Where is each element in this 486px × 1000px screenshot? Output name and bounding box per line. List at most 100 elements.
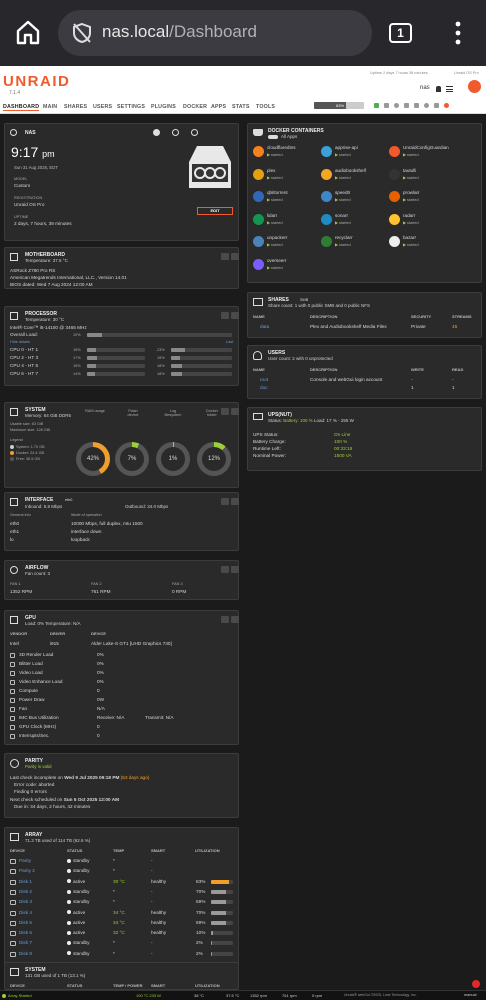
docker-container[interactable]: plex ▶ started — [253, 167, 319, 187]
terminal-icon[interactable] — [404, 103, 409, 108]
nav-shares[interactable]: SHARES — [64, 104, 87, 110]
nav-settings[interactable]: SETTINGS — [117, 104, 145, 110]
nav-stats[interactable]: STATS — [232, 104, 250, 110]
array-row[interactable]: Disk 7 standby * - 2% — [5, 940, 238, 949]
docker-container[interactable]: audiobookshelf ▶ started — [321, 167, 387, 187]
container-name[interactable]: overseerr — [267, 258, 286, 263]
user-doc-link[interactable]: doc — [260, 385, 268, 390]
container-name[interactable]: tautulli — [403, 168, 416, 173]
container-name[interactable]: cloudflaredtns — [267, 145, 296, 150]
collapse-button[interactable] — [221, 253, 229, 260]
nav-main[interactable]: MAIN — [43, 104, 57, 110]
array-row[interactable]: Disk 5 active 34 °C healthy 69% — [5, 920, 238, 929]
container-name[interactable]: apprise-api — [335, 145, 358, 150]
array-device-link[interactable]: Disk 3 — [19, 899, 32, 904]
settings-button[interactable] — [231, 408, 239, 415]
settings-button[interactable] — [231, 566, 239, 573]
power-icon[interactable] — [444, 103, 449, 108]
docker-container[interactable]: prowlarr ▶ started — [389, 189, 455, 209]
info-icon[interactable] — [394, 103, 399, 108]
license-label[interactable]: Unraid OS Pro — [454, 71, 479, 75]
not-secure-icon[interactable] — [70, 21, 94, 45]
last-link[interactable]: Last — [226, 340, 233, 344]
docker-container[interactable]: radarr ▶ started — [389, 212, 455, 232]
bell-icon[interactable] — [436, 86, 441, 92]
array-row[interactable]: Parity standby * - — [5, 858, 238, 867]
docker-container[interactable]: UnraidConfigGuardian ▶ started — [389, 144, 455, 164]
server-name[interactable]: nas — [420, 85, 430, 91]
more-menu-icon[interactable] — [452, 20, 464, 46]
array-device-link[interactable]: Parity 2 — [19, 868, 35, 873]
docker-container[interactable]: qbittorrent ▶ started — [253, 189, 319, 209]
array-device-link[interactable]: Parity — [19, 858, 31, 863]
share-name-link[interactable]: data — [260, 324, 269, 329]
collapse-button[interactable] — [221, 498, 229, 505]
all-apps-toggle[interactable] — [268, 135, 278, 139]
tab-switcher-button[interactable]: 1 — [389, 23, 412, 43]
stop-icon[interactable] — [153, 129, 160, 136]
home-icon[interactable] — [14, 18, 42, 46]
array-device-link[interactable]: Disk 8 — [19, 951, 32, 956]
docker-container[interactable]: apprise-api ▶ started — [321, 144, 387, 164]
array-row[interactable]: Disk 4 active 34 °C healthy 70% — [5, 910, 238, 919]
container-name[interactable]: prowlarr — [403, 190, 420, 195]
registration-value[interactable]: Unraid OS Pro — [14, 202, 44, 207]
container-name[interactable]: bazarr — [403, 235, 416, 240]
log-icon[interactable] — [434, 103, 439, 108]
array-device-link[interactable]: Disk 2 — [19, 889, 32, 894]
container-name[interactable]: lidarr — [267, 213, 277, 218]
version-label[interactable]: 7.1.4 — [9, 90, 20, 96]
feedback-icon[interactable] — [414, 103, 419, 108]
array-device-link[interactable]: Disk 7 — [19, 940, 32, 945]
container-name[interactable]: qbittorrent — [267, 190, 288, 195]
array-row[interactable]: Disk 6 active 32 °C healthy 10% — [5, 930, 238, 939]
lock-icon[interactable] — [374, 103, 379, 108]
hide-details-link[interactable]: Hide details — [10, 340, 30, 344]
array-device-link[interactable]: Disk 6 — [19, 930, 32, 935]
array-row[interactable]: Disk 2 standby * - 70% — [5, 889, 238, 898]
collapse-button[interactable] — [221, 566, 229, 573]
settings-button[interactable] — [231, 312, 239, 319]
docker-container[interactable]: unpackerr ▶ started — [253, 234, 319, 254]
container-name[interactable]: plex — [267, 168, 275, 173]
edit-button[interactable]: EDIT — [197, 207, 233, 215]
nav-plugins[interactable]: PLUGINS — [151, 104, 176, 110]
container-name[interactable]: recyclarr — [335, 235, 353, 240]
array-device-link[interactable]: Disk 5 — [19, 920, 32, 925]
docker-container[interactable]: overseerr ▶ started — [253, 257, 319, 277]
container-name[interactable]: unpackerr — [267, 235, 287, 240]
unraid-logo[interactable]: UNRAID — [3, 73, 70, 90]
help-icon[interactable] — [424, 103, 429, 108]
shares-filter-select[interactable]: SMB — [300, 298, 308, 302]
container-name[interactable]: speedtr — [335, 190, 350, 195]
array-row[interactable]: Disk 8 standby * - 2% — [5, 951, 238, 960]
arrow-up-icon[interactable] — [384, 103, 389, 108]
docker-container[interactable]: bazarr ▶ started — [389, 234, 455, 254]
collapse-button[interactable] — [221, 616, 229, 623]
collapse-button[interactable] — [221, 312, 229, 319]
user-avatar[interactable] — [468, 80, 481, 93]
nav-users[interactable]: USERS — [93, 104, 112, 110]
notification-badge[interactable] — [472, 980, 480, 988]
docker-container[interactable]: sonarr ▶ started — [321, 212, 387, 232]
docker-container[interactable]: speedtr ▶ started — [321, 189, 387, 209]
container-name[interactable]: radarr — [403, 213, 415, 218]
settings-button[interactable] — [231, 616, 239, 623]
container-name[interactable]: UnraidConfigGuardian — [403, 145, 449, 150]
url-bar[interactable]: nas.local/Dashboard — [58, 10, 372, 56]
array-row[interactable]: Disk 1 active 30 °C healthy 83% — [5, 879, 238, 888]
container-name[interactable]: sonarr — [335, 213, 348, 218]
nav-apps[interactable]: APPS — [211, 104, 226, 110]
array-row[interactable]: Disk 3 standby * - 69% — [5, 899, 238, 908]
user-root-link[interactable]: root — [260, 377, 268, 382]
settings-button[interactable] — [231, 498, 239, 505]
array-device-link[interactable]: Disk 4 — [19, 910, 32, 915]
nav-dashboard[interactable]: DASHBOARD — [3, 104, 40, 111]
docker-container[interactable]: tautulli ▶ started — [389, 167, 455, 187]
nav-docker[interactable]: DOCKER — [183, 104, 207, 110]
interface-select[interactable]: eth0 — [65, 498, 72, 502]
reboot-icon[interactable] — [172, 129, 179, 136]
array-device-link[interactable]: Disk 1 — [19, 879, 32, 884]
docker-container[interactable]: cloudflaredtns ▶ started — [253, 144, 319, 164]
general-info-select[interactable]: General info — [10, 513, 31, 517]
